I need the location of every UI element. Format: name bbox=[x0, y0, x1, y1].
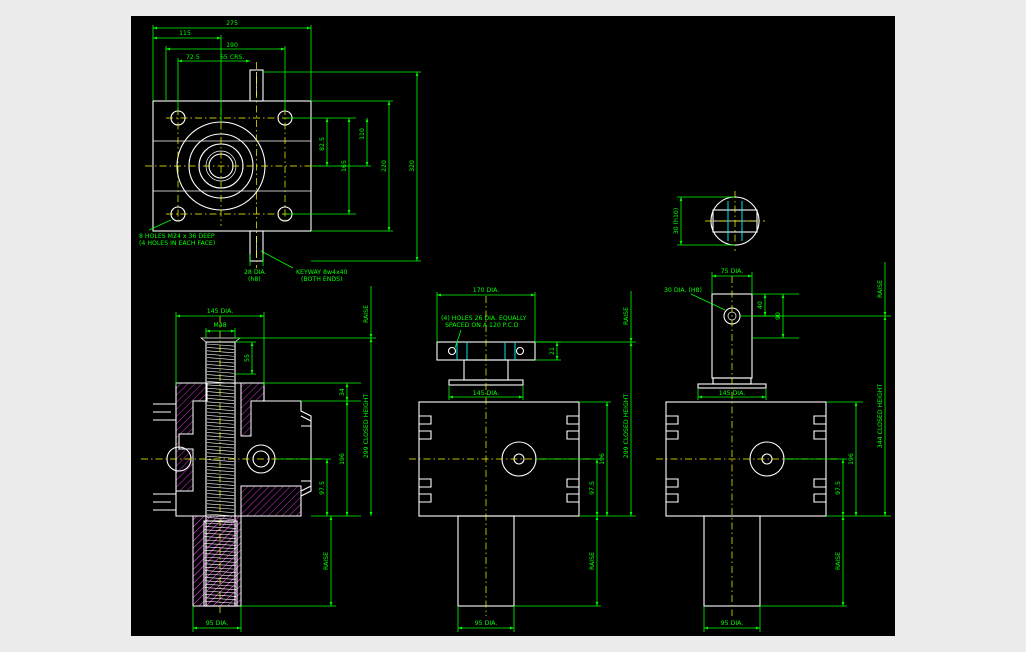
dim-95-dia-clevis: 95 DIA. bbox=[721, 620, 744, 627]
closed-height: 299 CLOSED HEIGHT bbox=[363, 394, 370, 459]
dim-34: 34 bbox=[339, 388, 346, 396]
dim-115: 115 bbox=[179, 30, 191, 37]
dim-97-5-clevis: 97.5 bbox=[835, 481, 842, 495]
cad-drawing: 275 115 190 72.5 65 CRS. 320 220 165 110… bbox=[139, 20, 891, 632]
raise-top: RAISE bbox=[363, 305, 370, 323]
dim-196-clevis: 196 bbox=[848, 453, 855, 465]
dim-21: 21 bbox=[549, 347, 556, 355]
dim-95-dia-flange: 95 DIA. bbox=[475, 620, 498, 627]
dim-75-dia: 75 DIA. bbox=[721, 268, 744, 275]
note-holes-line-1: 8 HOLES M24 x 36 DEEP bbox=[139, 233, 215, 240]
raise-top-flange: RAISE bbox=[623, 307, 630, 325]
raise-bottom: RAISE bbox=[323, 552, 330, 570]
dim-275: 275 bbox=[226, 20, 238, 27]
closed-height-flange: 299 CLOSED HEIGHT bbox=[623, 394, 630, 459]
cad-drawing-viewport[interactable]: 275 115 190 72.5 65 CRS. 320 220 165 110… bbox=[131, 16, 895, 636]
note-h8: (h8) bbox=[248, 276, 261, 283]
flange-view: 170 DIA. (4) HOLES 26 DIA. EQUALLY SPACE… bbox=[409, 287, 636, 632]
shaft-end-view: 30 (h10) bbox=[673, 191, 765, 251]
dim-55: 55 bbox=[244, 354, 251, 362]
dim-220: 220 bbox=[381, 160, 388, 172]
closed-height-clevis: 344 CLOSED HEIGHT bbox=[877, 384, 884, 449]
note-keyway-both-ends: (BOTH ENDS) bbox=[301, 276, 342, 283]
note-holes-line-2: (4 HOLES IN EACH FACE) bbox=[139, 240, 215, 247]
dim-170-dia: 170 DIA. bbox=[473, 287, 499, 294]
dim-m48: M48 bbox=[213, 322, 226, 329]
screw-thread bbox=[206, 343, 235, 524]
clevis-view: 75 DIA. 30 DIA. (H8) 40 90 145 DIA. 196 … bbox=[656, 262, 891, 632]
dim-145-dia-clevis: 145 DIA. bbox=[719, 390, 745, 397]
dim-95-dia: 95 DIA. bbox=[206, 620, 229, 627]
dim-145-dia-flange: 145 DIA. bbox=[473, 390, 499, 397]
note-flange-holes-1: (4) HOLES 26 DIA. EQUALLY bbox=[441, 315, 527, 322]
raise-bottom-clevis: RAISE bbox=[835, 552, 842, 570]
dim-110: 110 bbox=[359, 128, 366, 140]
dim-65-crs: 65 CRS. bbox=[220, 54, 244, 61]
top-view: 275 115 190 72.5 65 CRS. 320 220 165 110… bbox=[139, 20, 421, 283]
dim-196: 196 bbox=[339, 453, 346, 465]
dim-190: 190 bbox=[226, 42, 238, 49]
dim-30-dia-h8: 30 DIA. (H8) bbox=[664, 287, 702, 294]
section-view: 145 DIA. M48 55 34 196 97.5 RAISE 299 CL… bbox=[141, 286, 376, 632]
dim-320: 320 bbox=[409, 160, 416, 172]
raise-bottom-flange: RAISE bbox=[589, 552, 596, 570]
dim-97-5: 97.5 bbox=[319, 481, 326, 495]
dim-30-h10: 30 (h10) bbox=[673, 208, 680, 234]
dim-82-5: 82.5 bbox=[319, 137, 326, 151]
note-28-dia: 28 DIA. bbox=[244, 269, 267, 276]
dim-145-dia: 145 DIA. bbox=[207, 308, 233, 315]
dim-40: 40 bbox=[757, 301, 764, 309]
dim-97-5-flange: 97.5 bbox=[589, 481, 596, 495]
note-keyway: KEYWAY 8w4x40 bbox=[296, 269, 348, 276]
dim-72-5: 72.5 bbox=[186, 54, 200, 61]
raise-top-clevis: RAISE bbox=[877, 280, 884, 298]
note-flange-holes-2: SPACED ON A 120 P.C.D bbox=[445, 322, 519, 329]
